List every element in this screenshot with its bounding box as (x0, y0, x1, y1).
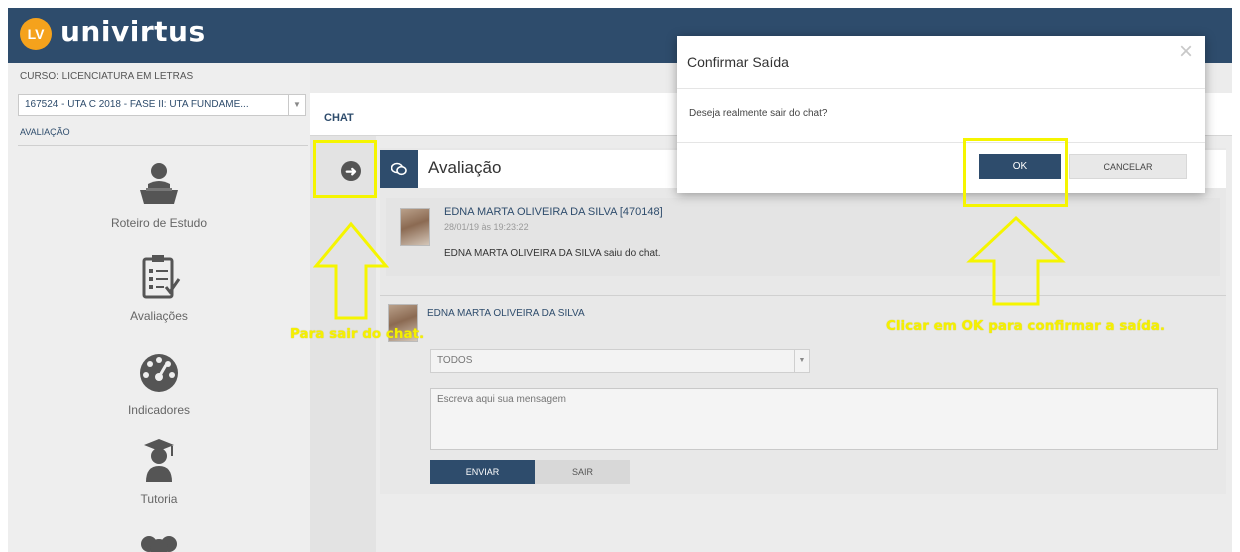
sidebar: CURSO: LICENCIATURA EM LETRAS 167524 - U… (8, 63, 310, 552)
graduate-icon (144, 439, 174, 482)
sidebar-item-avaliacoes[interactable]: Avaliações (8, 253, 310, 333)
student-desk-icon (140, 163, 178, 204)
chevron-down-icon[interactable]: ▼ (288, 95, 305, 115)
dialog-message: Deseja realmente sair do chat? (689, 108, 828, 119)
send-button[interactable]: ENVIAR (430, 460, 535, 484)
dialog-title: Confirmar Saída (687, 54, 789, 70)
chat-message: EDNA MARTA OLIVEIRA DA SILVA [470148] 28… (386, 198, 1220, 276)
sidebar-item-label: Tutoria (140, 492, 178, 506)
clipboard-checklist-icon (142, 255, 181, 299)
chat-room-title: Avaliação (428, 158, 502, 177)
message-input[interactable] (430, 388, 1218, 450)
sidebar-divider (18, 145, 308, 146)
sidebar-item-indicadores[interactable]: Indicadores (8, 347, 310, 427)
course-label: CURSO: LICENCIATURA EM LETRAS (20, 71, 194, 82)
confirm-exit-dialog: Confirmar Saída × Deseja realmente sair … (677, 36, 1205, 193)
chevron-down-icon[interactable]: ▼ (794, 350, 809, 372)
up-arrow-icon (966, 215, 1066, 306)
sidebar-item-group[interactable] (8, 530, 310, 552)
page-title: CHAT (324, 112, 354, 124)
compose-author: EDNA MARTA OLIVEIRA DA SILVA (427, 308, 585, 319)
avatar (400, 208, 430, 246)
sidebar-item-label: Indicadores (127, 403, 191, 417)
dialog-divider (677, 142, 1205, 143)
highlight-box-back (313, 140, 377, 198)
exit-chat-button[interactable]: SAIR (535, 460, 630, 484)
dialog-divider (677, 88, 1205, 89)
message-timestamp: 28/01/19 às 19:23:22 (444, 222, 529, 232)
back-column (310, 136, 376, 552)
screenshot-frame: LV univirtus CURSO: LICENCIATURA EM LETR… (8, 8, 1232, 552)
chat-bubbles-icon (380, 150, 418, 188)
cancel-button[interactable]: CANCELAR (1069, 154, 1187, 179)
annotation-right: Clicar em OK para confirmar a saída. (886, 318, 1166, 334)
message-text: EDNA MARTA OLIVEIRA DA SILVA saiu do cha… (444, 248, 661, 259)
sidebar-item-label: Roteiro de Estudo (110, 216, 208, 230)
logo-name[interactable]: univirtus (60, 15, 206, 48)
annotation-left: Para sair do chat. (290, 326, 425, 342)
close-icon[interactable]: × (1179, 38, 1193, 66)
highlight-box-ok (963, 138, 1068, 207)
recipient-select[interactable]: TODOS ▼ (430, 349, 810, 373)
course-select[interactable]: 167524 - UTA C 2018 - FASE II: UTA FUNDA… (18, 94, 306, 116)
current-section-link[interactable]: AVALIAÇÃO (20, 127, 70, 137)
logo-badge: LV (20, 18, 52, 50)
course-select-value: 167524 - UTA C 2018 - FASE II: UTA FUNDA… (25, 99, 249, 110)
group-icon (141, 536, 177, 552)
sidebar-item-roteiro[interactable]: Roteiro de Estudo (8, 160, 310, 240)
up-arrow-icon (313, 221, 389, 320)
sidebar-item-label: Avaliações (130, 309, 188, 323)
sidebar-item-tutoria[interactable]: Tutoria (8, 436, 310, 516)
speedometer-icon (140, 354, 178, 392)
message-author: EDNA MARTA OLIVEIRA DA SILVA [470148] (444, 206, 663, 218)
recipient-value: TODOS (437, 355, 473, 366)
